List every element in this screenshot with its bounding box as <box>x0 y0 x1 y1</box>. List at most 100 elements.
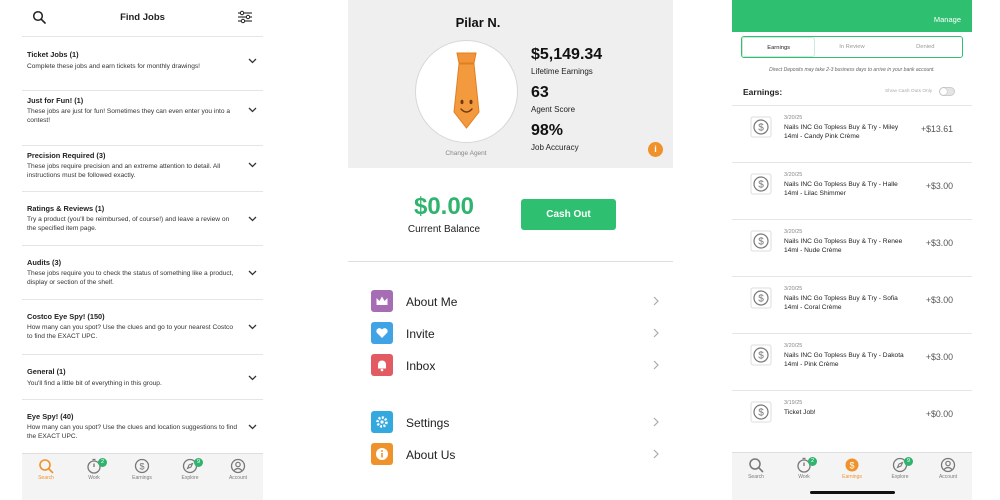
tab-label: Earnings <box>132 475 152 481</box>
cash-out-button[interactable]: Cash Out <box>521 199 616 230</box>
earning-row[interactable]: $ 3/20/25 Nails INC Go Topless Buy & Try… <box>732 333 972 390</box>
tab-account[interactable]: Account <box>214 458 262 481</box>
crown-icon <box>371 290 393 312</box>
job-category-desc: How many can you spot? Use the clues and… <box>27 424 238 440</box>
job-category-item[interactable]: Just for Fun! (1) These jobs are just fo… <box>22 90 263 145</box>
chevron-down-icon[interactable] <box>248 58 257 64</box>
dollar-coin-icon: $ <box>750 401 772 423</box>
page-title: Find Jobs <box>120 12 165 23</box>
job-category-item[interactable]: Ratings & Reviews (1) Try a product (you… <box>22 191 263 245</box>
work-badge: 2 <box>808 457 817 466</box>
tab-label: Explore <box>891 474 909 480</box>
show-cash-outs-label: Show Cash Outs Only <box>885 89 933 94</box>
tab-earnings[interactable]: $ Earnings <box>118 458 166 481</box>
earning-description: Nails INC Go Topless Buy & Try - Halle 1… <box>784 181 898 197</box>
earnings-segmented-control: Earnings In Review Denied <box>741 36 963 58</box>
menu-item-label: Settings <box>406 416 450 430</box>
agent-score-label: Agent Score <box>531 105 576 114</box>
svg-text:$: $ <box>758 237 764 248</box>
manage-link[interactable]: Manage <box>934 15 961 24</box>
job-category-title: General (1) <box>27 367 66 376</box>
tie-mascot-icon <box>452 52 480 129</box>
chevron-right-icon <box>653 417 659 427</box>
explore-badge: 9 <box>194 458 203 467</box>
earning-row[interactable]: $ 3/20/25 Nails INC Go Topless Buy & Try… <box>732 105 972 162</box>
tab-bar: Search 2 Work $ Earnings 9 Explore Accou… <box>22 453 263 500</box>
tab-work[interactable]: 2 Work <box>780 457 828 480</box>
info-icon[interactable]: i <box>648 142 663 157</box>
tab-account[interactable]: Account <box>924 457 972 480</box>
menu-item-invite[interactable]: Invite <box>371 322 659 346</box>
info-icon <box>371 443 393 465</box>
tab-label: Work <box>798 474 810 480</box>
svg-text:$: $ <box>758 408 764 419</box>
job-category-item[interactable]: Audits (3) These jobs require you to che… <box>22 245 263 299</box>
job-category-desc: Try a product (you'll be reimbursed, of … <box>27 216 230 232</box>
tab-earnings[interactable]: $ Earnings <box>828 457 876 480</box>
earning-row[interactable]: $ 3/20/25 Nails INC Go Topless Buy & Try… <box>732 219 972 276</box>
menu-item-settings[interactable]: Settings <box>371 411 659 435</box>
filter-icon[interactable] <box>237 10 253 24</box>
job-category-title: Ticket Jobs (1) <box>27 50 79 59</box>
change-agent-link[interactable]: Change Agent <box>406 150 526 157</box>
tab-search[interactable]: Search <box>732 457 780 480</box>
chevron-down-icon[interactable] <box>248 270 257 276</box>
earning-date: 3/20/25 <box>784 229 803 235</box>
job-category-desc: These jobs require you to check the stat… <box>27 270 234 286</box>
segment-in-review[interactable]: In Review <box>815 37 888 57</box>
earning-row[interactable]: $ 3/20/25 Nails INC Go Topless Buy & Try… <box>732 162 972 219</box>
explore-badge: 9 <box>904 457 913 466</box>
chevron-right-icon <box>653 296 659 306</box>
job-category-item[interactable]: Precision Required (3) These jobs requir… <box>22 145 263 191</box>
job-category-item[interactable]: Ticket Jobs (1) Complete these jobs and … <box>22 36 263 90</box>
earning-amount: +$3.00 <box>925 295 953 305</box>
menu-item-inbox[interactable]: Inbox <box>371 354 659 378</box>
chevron-down-icon[interactable] <box>248 424 257 430</box>
job-accuracy-value: 98% <box>531 122 564 139</box>
svg-text:$: $ <box>758 351 764 362</box>
job-category-item[interactable]: Eye Spy! (40) How many can you spot? Use… <box>22 399 263 454</box>
show-cash-outs-toggle[interactable] <box>939 87 955 96</box>
menu-item-label: About Us <box>406 448 456 462</box>
search-icon <box>39 459 54 474</box>
chevron-down-icon[interactable] <box>248 107 257 113</box>
menu-item-about-me[interactable]: About Me <box>371 290 659 314</box>
tab-work[interactable]: 2 Work <box>70 458 118 481</box>
avatar[interactable] <box>415 40 518 143</box>
lifetime-earnings-value: $5,149.34 <box>531 46 603 63</box>
earning-date: 3/20/25 <box>784 172 803 178</box>
earnings-screen: Manage Earnings In Review Denied Direct … <box>732 0 972 500</box>
job-category-item[interactable]: General (1) You'll find a little bit of … <box>22 354 263 399</box>
dollar-coin-icon: $ <box>750 230 772 252</box>
tab-label: Account <box>938 474 958 480</box>
dollar-coin-icon: $ <box>750 287 772 309</box>
chevron-down-icon[interactable] <box>248 375 257 381</box>
earning-row[interactable]: $ 3/19/25 Ticket Job! +$0.00 <box>732 390 972 447</box>
divider <box>348 261 673 262</box>
job-category-item[interactable]: Costco Eye Spy! (150) How many can you s… <box>22 299 263 354</box>
dollar-coin-icon: $ <box>750 344 772 366</box>
job-category-title: Ratings & Reviews (1) <box>27 204 105 213</box>
job-category-desc: Complete these jobs and earn tickets for… <box>27 63 200 70</box>
earning-amount: +$13.61 <box>920 124 953 134</box>
job-category-title: Costco Eye Spy! (150) <box>27 312 105 321</box>
segment-denied[interactable]: Denied <box>889 37 962 57</box>
chevron-down-icon[interactable] <box>248 162 257 168</box>
menu-item-label: Inbox <box>406 359 436 373</box>
tab-explore[interactable]: 9 Explore <box>876 457 924 480</box>
chevron-down-icon[interactable] <box>248 216 257 222</box>
find-jobs-screen: Find Jobs Ticket Jobs (1) Complete these… <box>22 0 263 500</box>
segment-earnings[interactable]: Earnings <box>742 37 816 57</box>
tab-explore[interactable]: 9 Explore <box>166 458 214 481</box>
earning-row[interactable]: $ 3/20/25 Nails INC Go Topless Buy & Try… <box>732 276 972 333</box>
job-category-title: Audits (3) <box>27 258 62 267</box>
svg-text:$: $ <box>849 461 854 471</box>
earning-date: 3/20/25 <box>784 115 803 121</box>
earnings-header: Manage <box>732 0 972 32</box>
earning-amount: +$3.00 <box>925 181 953 191</box>
tab-search[interactable]: Search <box>22 458 70 481</box>
profile-screen: Pilar N. Change Agent $5,149.34 Lifetime… <box>348 0 673 500</box>
menu-item-about-us[interactable]: About Us <box>371 443 659 467</box>
current-balance-value: $0.00 <box>413 193 475 220</box>
chevron-down-icon[interactable] <box>248 324 257 330</box>
